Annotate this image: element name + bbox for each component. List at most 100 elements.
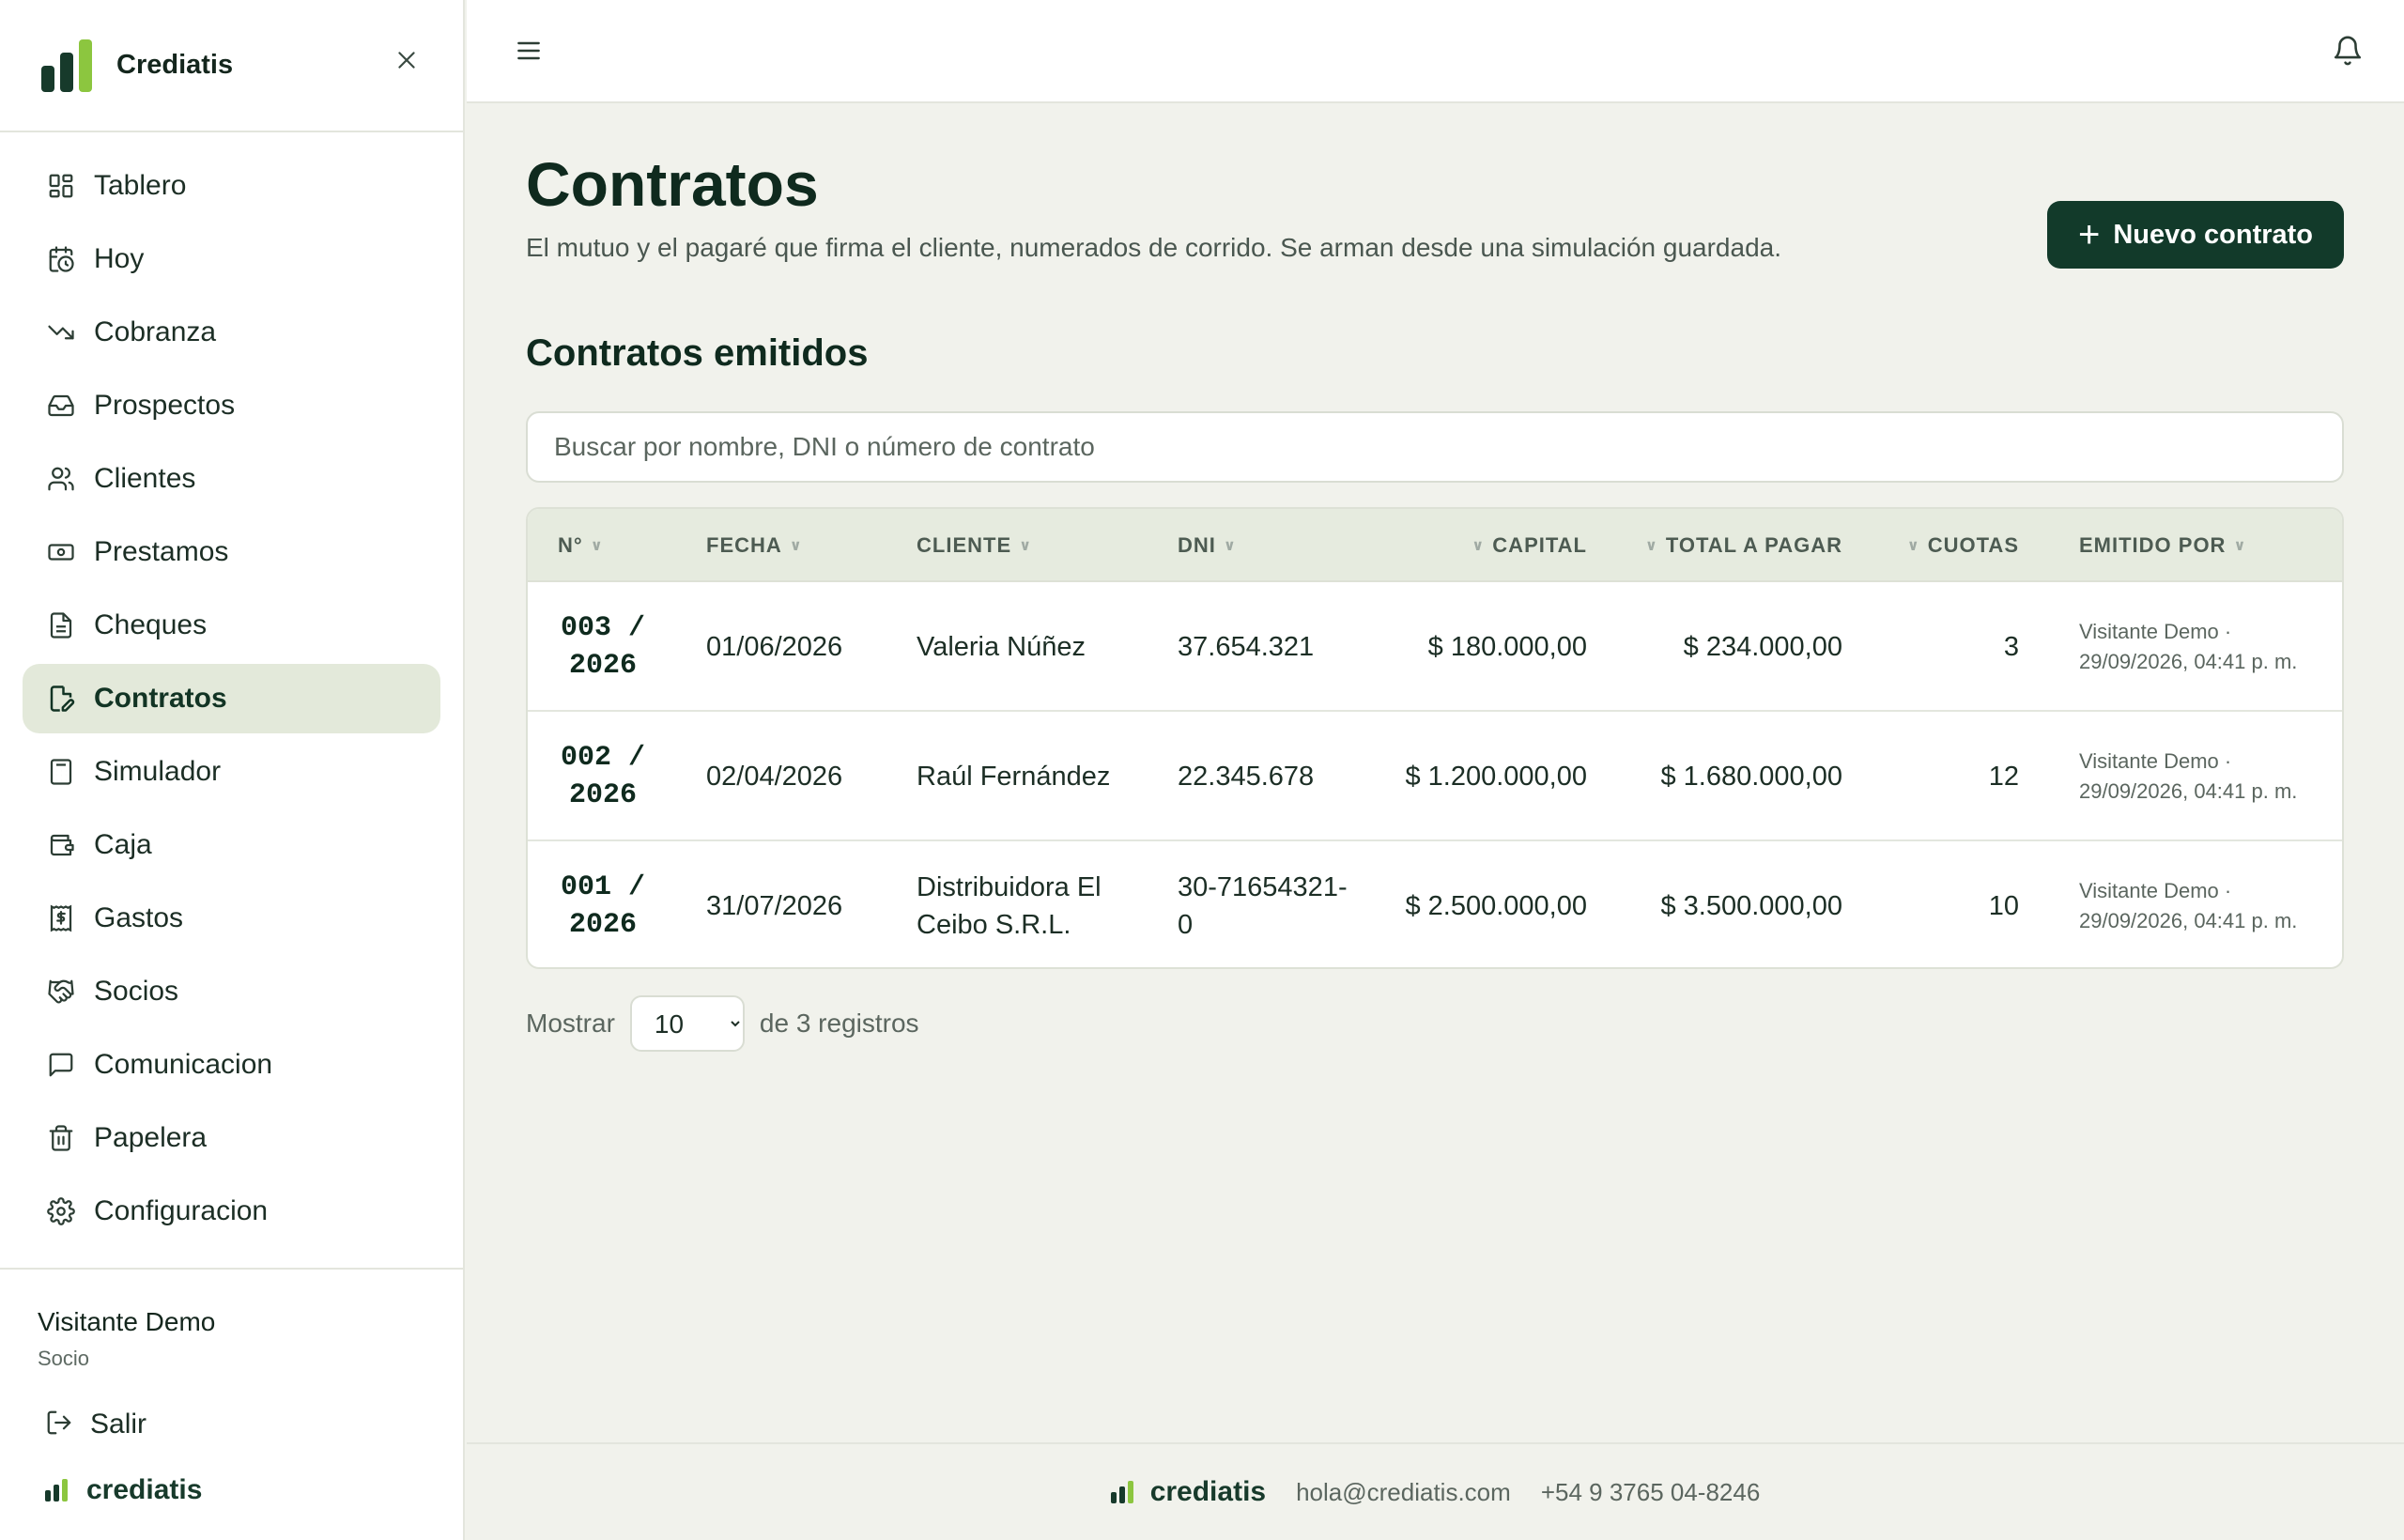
contract-number[interactable]: 003 / 2026 — [556, 582, 650, 712]
sidebar-item-prestamos[interactable]: Prestamos — [23, 517, 440, 587]
receipt-dollar-icon — [45, 902, 77, 934]
sidebar-item-label: Cheques — [94, 609, 208, 640]
table-row[interactable]: 001 / 2026 31/07/2026 Distribuidora El Ce… — [528, 841, 2342, 967]
new-contract-label: Nuevo contrato — [2113, 219, 2314, 250]
contracts-table: N° ∨ FECHA ∨ CLIENTE ∨ DNI ∨ ∨ CAPITAL ∨ TOTAL… — [526, 507, 2344, 969]
contract-number-year: 2026 — [568, 779, 637, 811]
sort-chevron-icon: ∨ — [789, 538, 803, 554]
notifications-button[interactable] — [2329, 32, 2366, 69]
contract-number-seq: 001 / — [560, 871, 645, 903]
table-header: N° ∨ FECHA ∨ CLIENTE ∨ DNI ∨ ∨ CAPITAL ∨ TOTAL… — [528, 509, 2342, 582]
close-icon — [398, 52, 415, 69]
close-sidebar-button[interactable] — [388, 41, 425, 79]
sort-chevron-icon: ∨ — [1906, 538, 1920, 554]
sidebar-item-label: Prospectos — [94, 390, 236, 421]
contract-total: $ 1.680.000,00 — [1660, 761, 1842, 792]
brand-logo-icon — [1110, 1481, 1133, 1503]
column-header-total[interactable]: ∨ TOTAL A PAGAR — [1638, 509, 1842, 582]
sidebar-footer: Visitante Demo Socio Salir crediatis — [0, 1268, 463, 1505]
contract-cuotas: 3 — [2003, 631, 2019, 662]
contract-number[interactable]: 002 / 2026 — [556, 712, 650, 841]
sidebar-item-configuracion[interactable]: Configuracion — [23, 1177, 440, 1246]
column-header-label: CAPITAL — [1492, 533, 1587, 557]
sidebar-item-cheques[interactable]: Cheques — [23, 591, 440, 660]
logout-label: Salir — [90, 1409, 147, 1440]
client-dni: 30-71654321-0 — [1178, 872, 1348, 940]
handshake-icon — [45, 976, 77, 1008]
contract-date: 31/07/2026 — [706, 890, 843, 921]
sidebar-item-contratos[interactable]: Contratos — [23, 664, 440, 733]
sidebar: Crediatis Tablero Hoy Cobranza Prospecto… — [0, 0, 465, 1540]
sidebar-item-gastos[interactable]: Gastos — [23, 884, 440, 953]
client-name: Raúl Fernández — [917, 762, 1111, 792]
column-header-label: TOTAL A PAGAR — [1665, 533, 1842, 557]
column-header-fecha[interactable]: FECHA ∨ — [706, 509, 810, 582]
page-subtitle: El mutuo y el pagaré que firma el client… — [526, 233, 1781, 262]
sidebar-item-hoy[interactable]: Hoy — [23, 224, 440, 294]
sidebar-item-label: Caja — [94, 829, 152, 860]
column-header-label: N° — [558, 533, 583, 557]
sidebar-item-simulador[interactable]: Simulador — [23, 737, 440, 807]
sidebar-item-caja[interactable]: Caja — [23, 810, 440, 880]
records-count: de 3 registros — [759, 1009, 919, 1038]
table-row[interactable]: 002 / 2026 02/04/2026 Raúl Fernández 22.3… — [528, 712, 2342, 841]
sidebar-item-comunicacion[interactable]: Comunicacion — [23, 1030, 440, 1100]
logout-button[interactable]: Salir — [23, 1392, 442, 1457]
footer-email-link[interactable]: hola@crediatis.com — [1296, 1478, 1511, 1507]
sidebar-item-prospectos[interactable]: Prospectos — [23, 371, 440, 440]
sidebar-item-papelera[interactable]: Papelera — [23, 1103, 440, 1173]
contract-capital: $ 180.000,00 — [1427, 631, 1587, 662]
column-header-label: CLIENTE — [917, 533, 1012, 557]
client-name: Valeria Núñez — [917, 632, 1086, 662]
user-role: Socio — [38, 1347, 90, 1370]
sidebar-item-cobranza[interactable]: Cobranza — [23, 298, 440, 367]
menu-button[interactable] — [510, 32, 547, 69]
sidebar-item-label: Simulador — [94, 756, 222, 787]
grid-icon — [45, 170, 77, 202]
contract-issued-by: Visitante Demo · 29/09/2026, 04:41 p. m. — [2079, 879, 2298, 932]
column-header-cliente[interactable]: CLIENTE ∨ — [917, 509, 1040, 582]
column-header-numero[interactable]: N° ∨ — [558, 509, 611, 582]
footer-phone-link[interactable]: +54 9 3765 04-8246 — [1541, 1478, 1761, 1507]
column-header-label: DNI — [1178, 533, 1216, 557]
search-input[interactable] — [526, 411, 2344, 483]
column-header-cuotas[interactable]: ∨ CUOTAS — [1900, 509, 2019, 582]
client-dni: 37.654.321 — [1178, 632, 1315, 662]
sidebar-item-label: Hoy — [94, 243, 145, 274]
message-square-icon — [45, 1049, 77, 1081]
sort-chevron-icon: ∨ — [1472, 538, 1486, 554]
sidebar-item-clientes[interactable]: Clientes — [23, 444, 440, 514]
new-contract-button[interactable]: + Nuevo contrato — [2047, 201, 2344, 269]
table-row[interactable]: 003 / 2026 01/06/2026 Valeria Núñez 37.65… — [528, 582, 2342, 712]
column-header-emitido[interactable]: EMITIDO POR ∨ — [2079, 509, 2254, 582]
footer-brand: crediatis — [1110, 1476, 1266, 1508]
trash-icon — [45, 1122, 77, 1154]
users-icon — [45, 463, 77, 495]
document-icon — [45, 609, 77, 641]
plus-icon: + — [2077, 214, 2101, 255]
sidebar-item-label: Contratos — [94, 683, 227, 714]
contract-capital: $ 2.500.000,00 — [1405, 890, 1587, 921]
sidebar-item-label: Clientes — [94, 463, 196, 494]
calendar-clock-icon — [45, 243, 77, 275]
page-size-select[interactable]: 10 — [629, 995, 745, 1052]
contract-issued-by: Visitante Demo · 29/09/2026, 04:41 p. m. — [2079, 620, 2298, 673]
sidebar-item-socios[interactable]: Socios — [23, 957, 440, 1026]
topbar — [467, 0, 2404, 103]
trending-down-icon — [45, 316, 77, 348]
column-header-capital[interactable]: ∨ CAPITAL — [1464, 509, 1587, 582]
contract-number[interactable]: 001 / 2026 — [556, 841, 650, 967]
brand-logo-icon — [45, 1479, 68, 1502]
contract-number-year: 2026 — [568, 650, 637, 682]
gear-icon — [45, 1195, 77, 1227]
column-header-dni[interactable]: DNI ∨ — [1178, 509, 1244, 582]
contract-date: 02/04/2026 — [706, 761, 843, 792]
inbox-icon — [45, 390, 77, 422]
sidebar-item-label: Tablero — [94, 170, 187, 201]
sidebar-item-tablero[interactable]: Tablero — [23, 151, 440, 221]
brand-name: Crediatis — [116, 50, 234, 80]
sidebar-item-label: Gastos — [94, 902, 184, 933]
bell-icon — [2334, 36, 2362, 66]
client-name: Distribuidora El Ceibo S.R.L. — [917, 872, 1102, 940]
sidebar-brand: Crediatis — [0, 0, 463, 132]
